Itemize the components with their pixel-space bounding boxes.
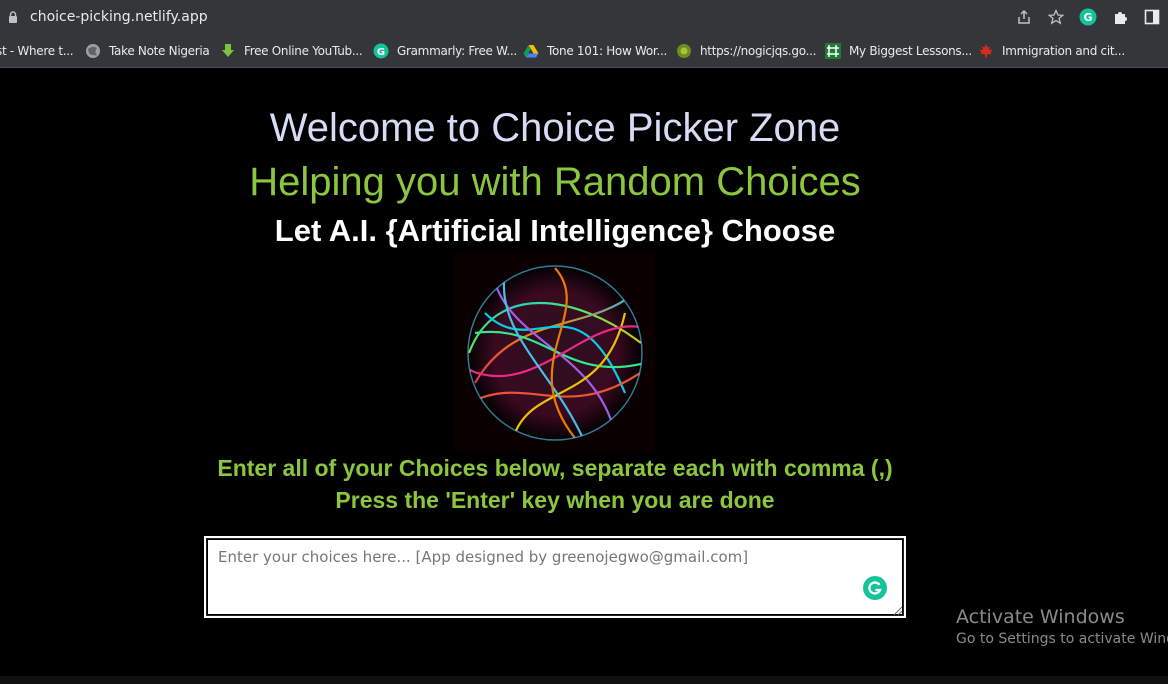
leaf-globe-icon: [676, 43, 692, 59]
grammarly-icon[interactable]: [863, 576, 887, 600]
globe-icon: [85, 43, 101, 59]
activate-windows-watermark: Activate Windows Go to Settings to activ…: [956, 606, 1168, 647]
bookmark-item[interactable]: My Biggest Lessons...: [825, 34, 972, 67]
bookmark-item[interactable]: Free Online YouTub...: [220, 34, 363, 67]
bookmark-label: Tone 101: How Wor...: [547, 43, 667, 58]
bookmark-label: st - Where t...: [0, 43, 74, 58]
bookmark-item[interactable]: G Grammarly: Free W...: [373, 34, 517, 67]
taskbar-edge: [0, 676, 1168, 684]
bookmark-item[interactable]: https://nogicjqs.go...: [676, 34, 816, 67]
side-panel-icon[interactable]: [1136, 0, 1168, 34]
bookmark-label: Free Online YouTub...: [244, 43, 363, 58]
google-drive-icon: [523, 43, 539, 59]
bookmark-item[interactable]: Take Note Nigeria: [85, 34, 210, 67]
bookmark-item[interactable]: st - Where t...: [0, 34, 74, 67]
instruction-line-1: Enter all of your Choices below, separat…: [217, 455, 893, 481]
instruction-line-2: Press the 'Enter' key when you are done: [335, 487, 775, 513]
ai-orb-image: [455, 253, 655, 453]
bookmark-item[interactable]: Immigration and cit...: [978, 34, 1125, 67]
page-title: Welcome to Choice Picker Zone: [269, 106, 841, 150]
watermark-title: Activate Windows: [956, 606, 1125, 628]
maple-leaf-icon: [978, 43, 994, 59]
download-arrow-icon: [220, 43, 236, 59]
page-tagline: Let A.I. {Artificial Intelligence} Choos…: [274, 213, 836, 248]
bookmark-label: Immigration and cit...: [1002, 43, 1125, 58]
bookmark-item[interactable]: Tone 101: How Wor...: [523, 34, 667, 67]
share-icon[interactable]: [1008, 0, 1040, 34]
bookmark-label: https://nogicjqs.go...: [700, 43, 817, 58]
bookmark-star-icon[interactable]: [1040, 0, 1072, 34]
bookmark-label: Take Note Nigeria: [109, 43, 210, 58]
extensions-puzzle-icon[interactable]: [1104, 0, 1136, 34]
svg-text:G: G: [1083, 11, 1092, 24]
choices-input[interactable]: [204, 536, 906, 618]
svg-text:G: G: [377, 47, 385, 58]
page-content: Welcome to Choice Picker Zone Helping yo…: [0, 68, 1168, 684]
watermark-subtitle: Go to Settings to activate Windows.: [956, 631, 1168, 647]
page-subtitle: Helping you with Random Choices: [249, 160, 861, 204]
green-grid-icon: [825, 42, 841, 59]
url-text[interactable]: choice-picking.netlify.app: [30, 9, 208, 25]
grammarly-icon: G: [373, 43, 389, 59]
bookmarks-bar: st - Where t... Take Note Nigeria Free O…: [0, 34, 1168, 68]
lock-icon[interactable]: [8, 11, 18, 23]
grammarly-extension-icon[interactable]: G: [1072, 0, 1104, 34]
address-bar[interactable]: choice-picking.netlify.app G: [0, 0, 1168, 34]
bookmark-label: Grammarly: Free W...: [397, 43, 517, 58]
bookmark-label: My Biggest Lessons...: [849, 43, 972, 58]
resize-grip-icon[interactable]: [893, 606, 903, 616]
